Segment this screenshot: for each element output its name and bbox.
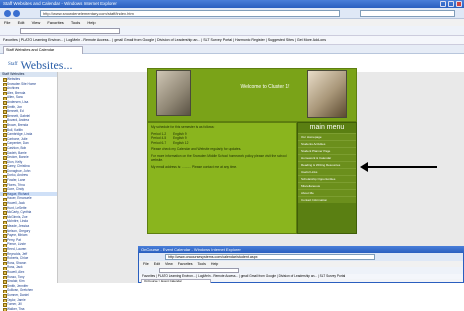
main-menu: main menu Our Homepage Students Activitie… xyxy=(297,122,357,234)
menu-favorites[interactable]: Favorites xyxy=(47,20,63,25)
content-email[interactable]: My email address is: .......... Please c… xyxy=(151,165,293,170)
window-title-bar: Staff Websites and Calendar - Windows In… xyxy=(0,0,464,8)
popup-google-search-input[interactable] xyxy=(159,268,239,273)
tab-strip: Staff Websites and Calendar xyxy=(0,45,464,54)
content-intro: My schedule for this semester is as foll… xyxy=(151,125,215,129)
welcome-heading: Welcome to Cluster 1! xyxy=(240,84,290,90)
google-toolbar xyxy=(0,26,464,36)
maximize-icon[interactable] xyxy=(448,1,454,7)
main-menu-item[interactable]: About Me xyxy=(298,189,356,196)
window-title: Staff Websites and Calendar - Windows In… xyxy=(3,1,117,6)
content-paragraph: Please check my Calendar and Website reg… xyxy=(151,147,242,151)
schedule-row: Period 6-7 English 12 xyxy=(151,141,293,146)
arrow-left-icon xyxy=(360,162,368,172)
menu-view[interactable]: View xyxy=(32,20,41,25)
main-menu-title: main menu xyxy=(309,124,345,131)
main-menu-item[interactable]: Student Planner Page xyxy=(298,147,356,154)
popup-menu-view[interactable]: View xyxy=(165,262,173,266)
minimize-icon[interactable] xyxy=(440,1,446,7)
popup-google-toolbar xyxy=(139,267,463,274)
popup-tab[interactable]: OnCourse > Event Calendar xyxy=(141,279,211,283)
main-menu-item[interactable]: Homework & Calendar xyxy=(298,154,356,161)
logo-text: Websites... xyxy=(20,58,73,72)
schedule-subject: English 12 xyxy=(173,140,189,145)
sidebar-item[interactable]: Walker, Tina xyxy=(0,307,57,311)
back-icon[interactable] xyxy=(4,10,11,17)
popup-url-input[interactable]: http://www.oncoursesystems.com/calendar/… xyxy=(165,254,375,260)
popup-menu-file[interactable]: File xyxy=(143,262,149,266)
menu-help[interactable]: Help xyxy=(87,20,95,25)
menu-edit[interactable]: Edit xyxy=(18,20,25,25)
google-search-input[interactable] xyxy=(20,28,120,34)
content-panel: My schedule for this semester is as foll… xyxy=(147,122,297,234)
main-menu-item[interactable]: Our Homepage xyxy=(298,133,356,140)
logo-prefix: Staff xyxy=(8,62,18,67)
site-logo: Staff Websites... xyxy=(8,58,128,72)
forward-icon[interactable] xyxy=(13,10,20,17)
schedule-period: Period 6-7 xyxy=(151,140,167,145)
popup-menu-edit[interactable]: Edit xyxy=(154,262,160,266)
favorites-bar[interactable]: Favorites | PLATO Learning Environ... | … xyxy=(0,36,464,45)
main-menu-item[interactable]: Useful Links xyxy=(298,168,356,175)
close-icon[interactable] xyxy=(456,1,462,7)
portrait-photo-left xyxy=(156,70,191,116)
popup-menu-help[interactable]: Help xyxy=(211,262,218,266)
content-paragraph: For more information on the Snowden Midd… xyxy=(151,153,287,163)
address-bar: http://www.snowdenelementary.com/staff/i… xyxy=(0,8,464,19)
tab-staff-websites[interactable]: Staff Websites and Calendar xyxy=(3,46,83,54)
sidebar: Staff Websites Websites Snowden Site Hom… xyxy=(0,72,58,311)
main-menu-item[interactable]: Miscellaneous xyxy=(298,182,356,189)
menu-file[interactable]: File xyxy=(4,20,10,25)
annotation-arrow-shaft xyxy=(365,166,437,168)
menu-tools[interactable]: Tools xyxy=(71,20,80,25)
popup-menu-tools[interactable]: Tools xyxy=(198,262,206,266)
main-menu-list: Our Homepage Students Activities Student P… xyxy=(298,133,356,203)
popup-window-title: OnCourse - Event Calendar - Windows Inte… xyxy=(138,246,464,253)
main-menu-item[interactable]: Contact Information xyxy=(298,196,356,203)
portrait-photo-right xyxy=(307,70,347,118)
sidebar-list: Snowden Site Home Archives Alex, Brenda All… xyxy=(0,82,57,311)
main-menu-item[interactable]: Reading & Writing Resources xyxy=(298,161,356,168)
main-menu-item[interactable]: Scholarship Opportunities xyxy=(298,175,356,182)
menu-bar: File Edit View Favorites Tools Help xyxy=(0,19,464,26)
main-menu-item[interactable]: Students Activities xyxy=(298,140,356,147)
popup-address-bar: http://www.oncoursesystems.com/calendar/… xyxy=(139,253,463,261)
url-input[interactable]: http://www.snowdenelementary.com/staff/i… xyxy=(40,10,340,17)
popup-menu-favorites[interactable]: Favorites xyxy=(178,262,193,266)
search-input[interactable] xyxy=(360,10,455,17)
